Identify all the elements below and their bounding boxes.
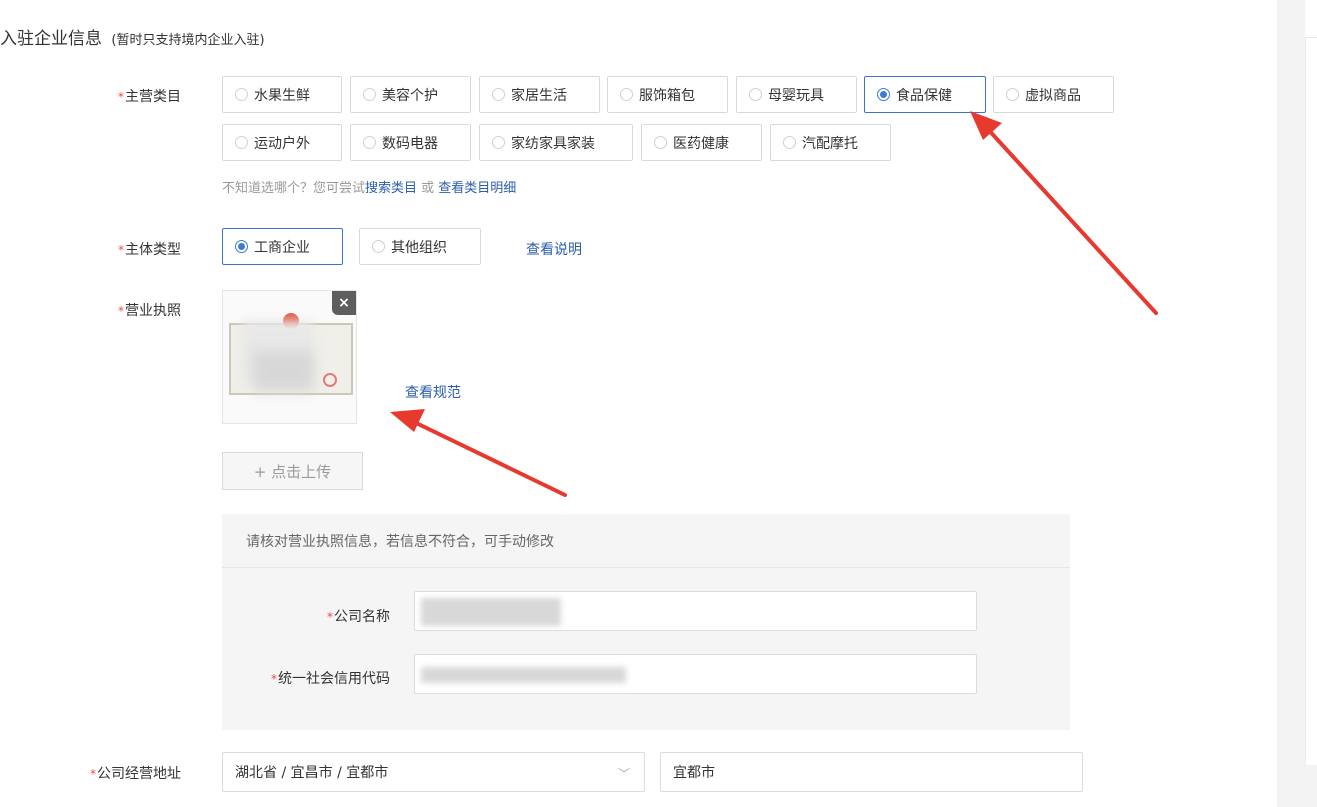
redacted-value: [421, 598, 561, 626]
entity-option-selected[interactable]: 工商企业: [222, 228, 343, 265]
option-label: 食品保健: [896, 85, 952, 105]
category-option[interactable]: 水果生鲜: [222, 76, 342, 113]
radio-circle: [1006, 88, 1019, 101]
section-title: 入驻企业信息 (暂时只支持境内企业入驻): [0, 24, 265, 49]
option-label: 服饰箱包: [639, 85, 695, 105]
enterprise-info-form: 入驻企业信息 (暂时只支持境内企业入驻) *主营类目 水果生鲜 美容个护 家居生…: [0, 0, 1317, 807]
license-thumbnail[interactable]: ×: [222, 290, 357, 424]
radio-circle: [620, 88, 633, 101]
option-label: 医药健康: [673, 133, 729, 153]
category-label: *主营类目: [118, 86, 181, 106]
radio-checked: [877, 88, 890, 101]
option-label: 家居生活: [511, 85, 567, 105]
required-mark: *: [118, 304, 124, 318]
redacted-value: [421, 667, 626, 683]
option-label: 水果生鲜: [254, 85, 310, 105]
option-label: 运动户外: [254, 133, 310, 153]
category-option[interactable]: 数码电器: [350, 124, 471, 161]
category-label-text: 主营类目: [125, 89, 181, 105]
entity-label: *主体类型: [118, 239, 181, 259]
radio-circle: [654, 136, 667, 149]
category-option[interactable]: 家居生活: [479, 76, 600, 113]
required-mark: *: [118, 90, 124, 104]
address-label-text: 公司经营地址: [97, 766, 181, 782]
search-category-link[interactable]: 搜索类目: [365, 181, 417, 196]
category-detail-link[interactable]: 查看类目明细: [438, 181, 516, 196]
seal-icon: [323, 373, 337, 387]
credit-code-input[interactable]: [414, 654, 977, 694]
blurred-region: [253, 351, 313, 391]
radio-circle: [235, 136, 248, 149]
radio-circle: [492, 88, 505, 101]
radio-circle: [363, 136, 376, 149]
credit-code-label: *统一社会信用代码: [271, 668, 390, 688]
hint-or: 或: [417, 181, 438, 196]
category-option-selected[interactable]: 食品保健: [864, 76, 986, 113]
radio-circle: [372, 240, 385, 253]
hint-text: 不知道选哪个？您可尝试: [222, 181, 365, 196]
category-hint: 不知道选哪个？您可尝试搜索类目 或 查看类目明细: [222, 177, 516, 196]
category-option[interactable]: 医药健康: [641, 124, 762, 161]
upload-button[interactable]: + 点击上传: [222, 452, 363, 490]
category-option[interactable]: 母婴玩具: [736, 76, 857, 113]
annotation-arrow-icon: [970, 111, 1156, 313]
city-input[interactable]: 宜都市: [660, 752, 1083, 792]
region-select[interactable]: 湖北省 / 宜昌市 / 宜都市 ﹀: [222, 752, 645, 792]
radio-circle: [749, 88, 762, 101]
option-label: 美容个护: [382, 85, 438, 105]
region-value: 湖北省 / 宜昌市 / 宜都市: [235, 762, 388, 782]
option-label: 家纺家具家装: [511, 133, 595, 153]
category-option[interactable]: 运动户外: [222, 124, 342, 161]
radio-circle: [363, 88, 376, 101]
required-mark: *: [327, 610, 333, 624]
annotation-arrow-icon: [390, 409, 565, 495]
verify-notice: 请核对营业执照信息，若信息不符合，可手动修改: [222, 514, 1070, 568]
category-option[interactable]: 家纺家具家装: [479, 124, 633, 161]
side-panel-header: [1305, 0, 1317, 38]
credit-code-label-text: 统一社会信用代码: [278, 671, 390, 687]
section-note: (暂时只支持境内企业入驻): [111, 33, 264, 48]
radio-circle: [235, 88, 248, 101]
category-option[interactable]: 虚拟商品: [993, 76, 1114, 113]
option-label: 母婴玩具: [768, 85, 824, 105]
company-name-label: *公司名称: [327, 606, 390, 626]
right-gutter: [1277, 0, 1317, 807]
license-label: *营业执照: [118, 300, 181, 320]
category-option[interactable]: 汽配摩托: [770, 124, 891, 161]
required-mark: *: [271, 672, 277, 686]
option-label: 虚拟商品: [1025, 85, 1081, 105]
required-mark: *: [118, 243, 124, 257]
entity-option[interactable]: 其他组织: [359, 228, 481, 265]
radio-circle: [783, 136, 796, 149]
radio-circle: [492, 136, 505, 149]
entity-label-text: 主体类型: [125, 242, 181, 258]
required-mark: *: [90, 767, 96, 781]
chevron-down-icon: ﹀: [618, 765, 630, 782]
option-label: 工商企业: [254, 237, 310, 257]
verify-panel: 请核对营业执照信息，若信息不符合，可手动修改 *公司名称 *统一社会信用代码: [222, 514, 1070, 730]
entity-info-link[interactable]: 查看说明: [526, 239, 582, 259]
radio-checked: [235, 240, 248, 253]
address-label: *公司经营地址: [90, 763, 181, 783]
license-label-text: 营业执照: [125, 303, 181, 319]
category-option[interactable]: 美容个护: [350, 76, 471, 113]
company-name-label-text: 公司名称: [334, 609, 390, 625]
city-value: 宜都市: [673, 762, 715, 782]
option-label: 汽配摩托: [802, 133, 858, 153]
option-label: 其他组织: [391, 237, 447, 257]
category-option[interactable]: 服饰箱包: [607, 76, 728, 113]
side-panel: [1305, 0, 1317, 765]
close-icon[interactable]: ×: [332, 291, 356, 315]
license-spec-link[interactable]: 查看规范: [405, 382, 461, 402]
section-title-text: 入驻企业信息: [0, 29, 102, 49]
company-name-input[interactable]: [414, 591, 977, 631]
option-label: 数码电器: [382, 133, 438, 153]
